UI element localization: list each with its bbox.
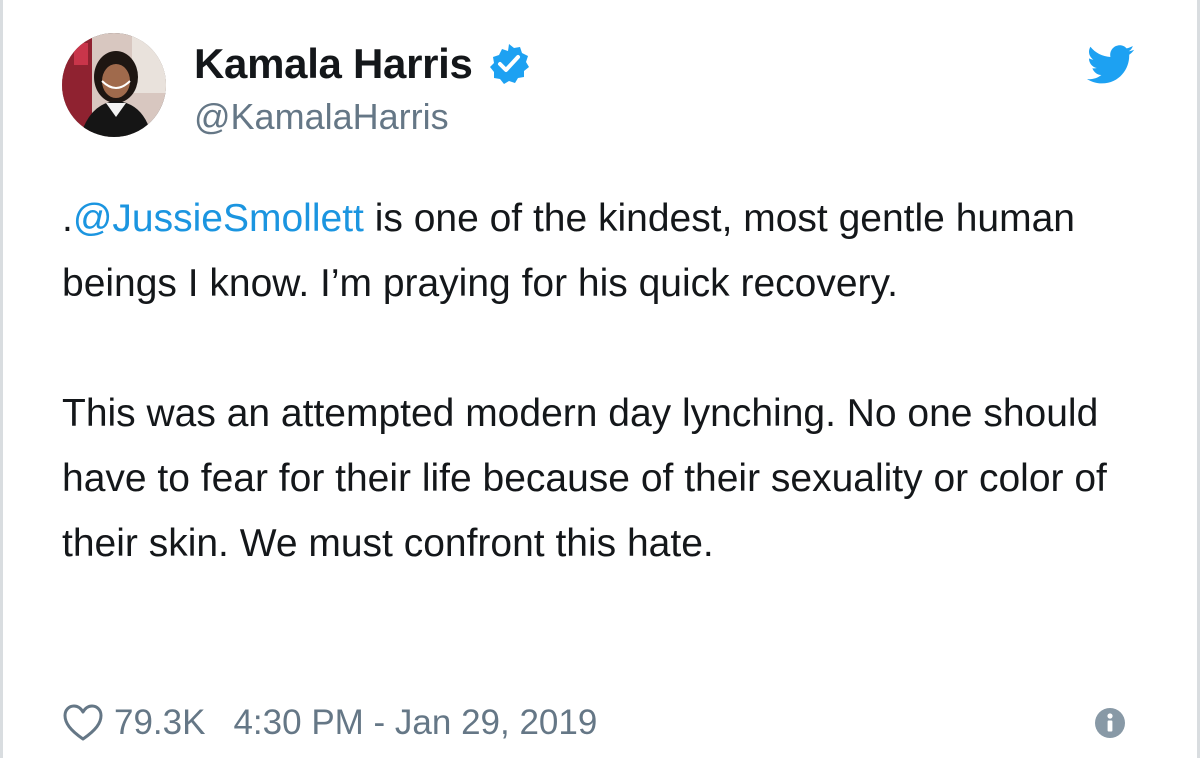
card-border-left (0, 0, 3, 758)
twitter-bird-icon[interactable] (1087, 44, 1135, 86)
profile-photo (62, 33, 166, 137)
avatar[interactable] (62, 33, 166, 137)
author-name[interactable]: Kamala Harris (194, 40, 473, 88)
mention-link[interactable]: @JussieSmollett (73, 197, 364, 240)
timestamp[interactable]: 4:30 PM - Jan 29, 2019 (233, 703, 597, 743)
tweet-text-prefix: . (62, 197, 73, 240)
tweet-meta-row: 79.3K 4:30 PM - Jan 29, 2019 (62, 697, 597, 749)
tweet-paragraph-1: .@JussieSmollett is one of the kindest, … (62, 186, 1162, 316)
verified-badge-icon (487, 42, 531, 86)
author-name-row: Kamala Harris (194, 38, 531, 90)
like-count[interactable]: 79.3K (114, 703, 205, 743)
tweet-paragraph-2: This was an attempted modern day lynchin… (62, 392, 1107, 565)
heart-icon[interactable] (62, 703, 104, 743)
tweet-text: .@JussieSmollett is one of the kindest, … (62, 186, 1162, 576)
info-icon[interactable] (1094, 707, 1126, 739)
tweet-card: Kamala Harris @KamalaHarris .@JussieSmol… (0, 0, 1200, 758)
author-handle[interactable]: @KamalaHarris (194, 96, 449, 138)
